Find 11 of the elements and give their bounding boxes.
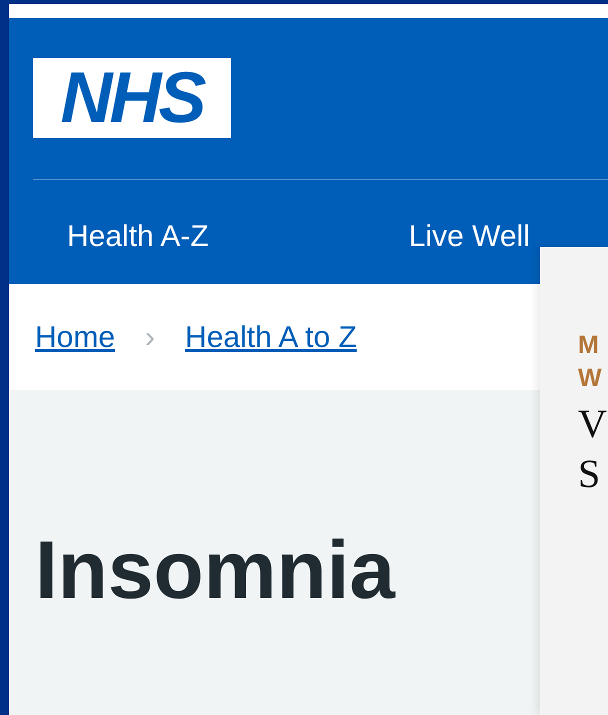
breadcrumb-separator: ›: [145, 320, 156, 356]
nhs-logo[interactable]: NHS: [33, 58, 231, 138]
breadcrumb-link[interactable]: Health A to Z: [185, 314, 357, 360]
overlay-title: S: [578, 450, 602, 498]
page-title: Insomnia: [35, 530, 396, 612]
overlay-title: V: [578, 400, 608, 448]
nav-link[interactable]: Health A-Z: [67, 214, 209, 259]
kicker-text: W: [578, 363, 603, 394]
breadcrumb-link[interactable]: Home: [35, 314, 116, 360]
kicker-text: M: [578, 330, 600, 361]
nav-link[interactable]: Live Well: [408, 214, 530, 259]
